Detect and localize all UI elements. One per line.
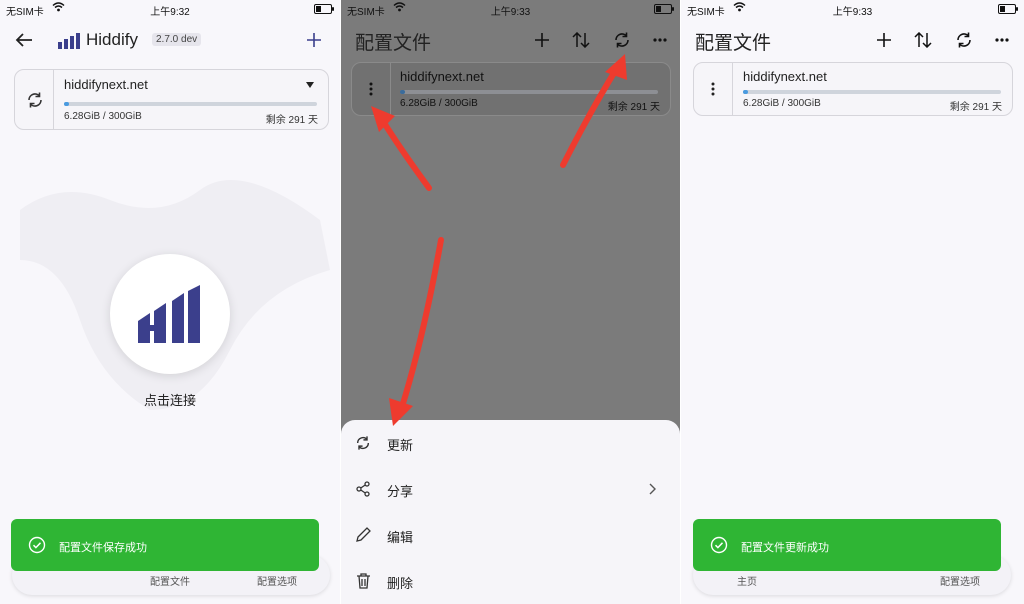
toast-text: 配置文件更新成功 — [741, 542, 829, 554]
app-bar: 配置文件 — [681, 22, 1024, 58]
add-icon[interactable] — [874, 30, 894, 50]
add-icon[interactable] — [304, 28, 324, 52]
annotation-arrows — [371, 54, 627, 426]
battery-icon — [314, 4, 334, 14]
battery-icon — [998, 4, 1018, 14]
usage-progress-bar — [743, 90, 1001, 94]
profile-name: hiddifynext.net — [743, 69, 827, 84]
arrow-to-refresh — [560, 65, 620, 168]
profile-card[interactable]: hiddifynext.net 6.28GiB / 300GiB 剩余 291 … — [693, 62, 1013, 116]
success-toast: 配置文件保存成功 — [11, 519, 319, 571]
more-vertical-icon[interactable] — [706, 79, 720, 99]
hiddify-logo-icon — [58, 32, 80, 50]
nav-config-options[interactable]: 配置选项 — [940, 573, 980, 588]
refresh-icon[interactable] — [23, 88, 47, 112]
arrow-to-more-menu — [378, 115, 432, 191]
usage-text: 6.28GiB / 300GiB — [743, 98, 821, 109]
connect-button[interactable] — [110, 254, 230, 374]
page-title: 配置文件 — [695, 33, 772, 54]
card-divider — [732, 63, 733, 115]
toast-text: 配置文件保存成功 — [59, 542, 147, 554]
arrowhead-more — [371, 106, 395, 132]
home-screen: 无SIM卡 上午9:32 Hiddify 2.7.0 dev hiddifyne… — [0, 0, 340, 604]
app-bar: Hiddify 2.7.0 dev — [0, 22, 340, 58]
status-time: 上午9:32 — [150, 7, 190, 18]
sort-icon[interactable] — [912, 30, 934, 50]
hiddify-hi-logo-icon — [138, 284, 202, 344]
profile-card[interactable]: hiddifynext.net 6.28GiB / 300GiB 剩余 291 … — [14, 69, 329, 130]
arrowhead-update — [389, 398, 413, 426]
success-toast: 配置文件更新成功 — [693, 519, 1001, 571]
card-divider — [53, 70, 54, 129]
version-badge: 2.7.0 dev — [152, 33, 202, 46]
check-circle-icon — [710, 536, 728, 554]
back-arrow-icon[interactable] — [12, 28, 36, 52]
nav-config-options[interactable]: 配置选项 — [257, 573, 297, 588]
profiles-updated-screen: 无SIM卡 上午9:33 配置文件 hiddifynext.net 6.28Gi… — [681, 0, 1024, 604]
remaining-text: 剩余 291 天 — [949, 102, 1002, 113]
status-time: 上午9:33 — [832, 7, 873, 18]
remaining-text: 剩余 291 天 — [265, 115, 318, 126]
app-name: Hiddify — [86, 30, 138, 49]
profile-name: hiddifynext.net — [64, 77, 148, 92]
nav-profiles[interactable]: 配置文件 — [150, 573, 190, 588]
nav-home[interactable]: 主页 — [737, 573, 757, 588]
status-bar: 无SIM卡 上午9:33 — [681, 0, 1024, 18]
check-circle-icon — [28, 536, 46, 554]
dropdown-caret-icon[interactable] — [303, 80, 317, 90]
refresh-icon[interactable] — [953, 29, 975, 51]
more-icon[interactable] — [991, 30, 1013, 50]
usage-text: 6.28GiB / 300GiB — [64, 111, 142, 122]
connect-label: 点击连接 — [143, 393, 196, 408]
arrow-to-update-item — [398, 237, 444, 413]
usage-progress-bar — [64, 102, 317, 106]
profiles-menu-screen: 无SIM卡 上午9:33 配置文件 hiddifynext.net 6.28Gi… — [341, 0, 680, 604]
status-bar: 无SIM卡 上午9:32 — [0, 0, 340, 18]
arrowhead-refresh — [605, 54, 627, 80]
